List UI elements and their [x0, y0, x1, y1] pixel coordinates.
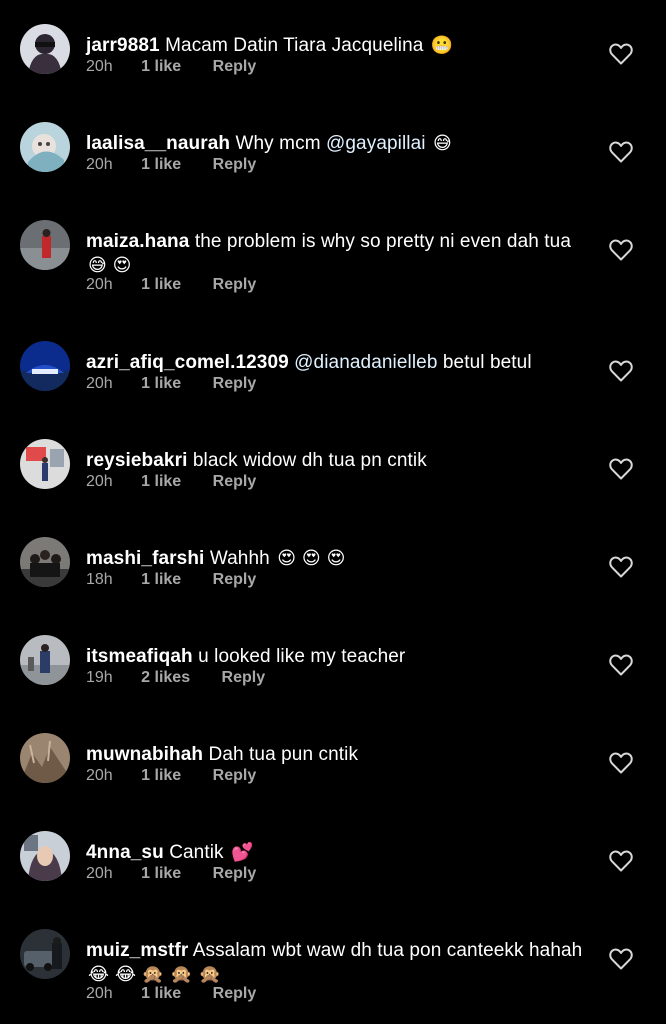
username-link[interactable]: itsmeafiqah: [86, 646, 193, 667]
like-count[interactable]: 1 like: [141, 276, 181, 294]
comment-body: the problem is why so pretty ni even dah…: [194, 231, 571, 252]
comment-body: betul betul: [437, 352, 532, 373]
avatar[interactable]: [20, 733, 70, 783]
avatar[interactable]: [20, 122, 70, 172]
heart-icon[interactable]: [608, 849, 634, 873]
heart-icon[interactable]: [608, 555, 634, 579]
comment-text: muiz_mstfr Assalam wbt waw dh tua pon ca…: [86, 939, 586, 987]
reply-button[interactable]: Reply: [213, 58, 257, 76]
reply-button[interactable]: Reply: [213, 985, 257, 1003]
like-count[interactable]: 1 like: [141, 865, 181, 883]
username-link[interactable]: azri_afiq_comel.12309: [86, 352, 289, 373]
avatar[interactable]: [20, 831, 70, 881]
comment-meta: 19h 2 likes Reply: [86, 669, 265, 687]
like-count[interactable]: 1 like: [141, 58, 181, 76]
like-count[interactable]: 1 like: [141, 571, 181, 589]
comment-text: laalisa__naurah Why mcm @gayapillai 😅: [86, 132, 586, 156]
comment-body: Assalam wbt waw dh tua pon canteekk haha…: [192, 940, 583, 961]
like-count[interactable]: 1 like: [141, 156, 181, 174]
heart-icon[interactable]: [608, 140, 634, 164]
comment-meta: 20h 1 like Reply: [86, 375, 256, 393]
like-count[interactable]: 2 likes: [141, 669, 190, 687]
timestamp: 20h: [86, 276, 113, 293]
username-link[interactable]: laalisa__naurah: [86, 133, 230, 154]
emoji: 😂 😂 🙊 🙊 🙊: [88, 964, 222, 985]
comment-meta: 18h 1 like Reply: [86, 571, 256, 589]
comment-text: reysiebakri black widow dh tua pn cntik: [86, 449, 586, 473]
like-count[interactable]: 1 like: [141, 473, 181, 491]
like-count[interactable]: 1 like: [141, 985, 181, 1003]
timestamp: 20h: [86, 375, 113, 392]
comment-meta: 20h 1 like Reply: [86, 156, 256, 174]
emoji: 😅 😍: [88, 255, 132, 276]
avatar[interactable]: [20, 439, 70, 489]
comment-body: black widow dh tua pn cntik: [192, 450, 427, 471]
timestamp: 20h: [86, 767, 113, 784]
timestamp: 20h: [86, 473, 113, 490]
comment-text: itsmeafiqah u looked like my teacher: [86, 645, 586, 669]
avatar[interactable]: [20, 24, 70, 74]
emoji: 😅: [433, 133, 452, 154]
timestamp: 20h: [86, 58, 113, 75]
comment-meta: 20h 1 like Reply: [86, 985, 256, 1003]
heart-icon[interactable]: [608, 751, 634, 775]
heart-icon[interactable]: [608, 238, 634, 262]
comment-meta: 20h 1 like Reply: [86, 767, 256, 785]
timestamp: 18h: [86, 571, 113, 588]
comment-text: jarr9881 Macam Datin Tiara Jacquelina 😬: [86, 34, 586, 58]
heart-icon[interactable]: [608, 42, 634, 66]
comment-body: Cantik: [169, 842, 224, 863]
comment-meta: 20h 1 like Reply: [86, 473, 256, 491]
comment-meta: 20h 1 like Reply: [86, 58, 256, 76]
reply-button[interactable]: Reply: [213, 156, 257, 174]
emoji: 😬: [430, 35, 454, 56]
heart-icon[interactable]: [608, 457, 634, 481]
timestamp: 20h: [86, 865, 113, 882]
comment-body: Why mcm: [235, 133, 326, 154]
comment-text: azri_afiq_comel.12309 @dianadanielleb be…: [86, 351, 586, 375]
username-link[interactable]: maiza.hana: [86, 231, 189, 252]
username-link[interactable]: muwnabihah: [86, 744, 203, 765]
avatar[interactable]: [20, 537, 70, 587]
comment-meta: 20h 1 like Reply: [86, 865, 256, 883]
reply-button[interactable]: Reply: [222, 669, 266, 687]
comment-body: u looked like my teacher: [198, 646, 406, 667]
comment-text: muwnabihah Dah tua pun cntik: [86, 743, 586, 767]
comment-text: mashi_farshi Wahhh 😍 😍 😍: [86, 547, 586, 571]
heart-icon[interactable]: [608, 947, 634, 971]
timestamp: 20h: [86, 985, 113, 1002]
username-link[interactable]: jarr9881: [86, 35, 160, 56]
mention-link[interactable]: @gayapillai: [326, 133, 426, 154]
avatar[interactable]: [20, 929, 70, 979]
comment-list: jarr9881 Macam Datin Tiara Jacquelina 😬 …: [0, 0, 666, 1024]
username-link[interactable]: reysiebakri: [86, 450, 187, 471]
reply-button[interactable]: Reply: [213, 865, 257, 883]
username-link[interactable]: mashi_farshi: [86, 548, 204, 569]
comment-meta: 20h 1 like Reply: [86, 276, 256, 294]
timestamp: 20h: [86, 156, 113, 173]
reply-button[interactable]: Reply: [213, 767, 257, 785]
reply-button[interactable]: Reply: [213, 276, 257, 294]
comment-text: 4nna_su Cantik 💕: [86, 841, 586, 865]
heart-icon[interactable]: [608, 359, 634, 383]
like-count[interactable]: 1 like: [141, 767, 181, 785]
mention-link[interactable]: @dianadanielleb: [294, 352, 437, 373]
timestamp: 19h: [86, 669, 113, 686]
comment-body: Macam Datin Tiara Jacquelina: [165, 35, 424, 56]
like-count[interactable]: 1 like: [141, 375, 181, 393]
avatar[interactable]: [20, 220, 70, 270]
emoji: 😍 😍 😍: [277, 548, 346, 569]
avatar[interactable]: [20, 635, 70, 685]
comment-text: maiza.hana the problem is why so pretty …: [86, 230, 586, 278]
reply-button[interactable]: Reply: [213, 473, 257, 491]
heart-icon[interactable]: [608, 653, 634, 677]
reply-button[interactable]: Reply: [213, 571, 257, 589]
username-link[interactable]: 4nna_su: [86, 842, 164, 863]
comment-body: Wahhh: [209, 548, 270, 569]
emoji: 💕: [231, 842, 254, 863]
comment-body: Dah tua pun cntik: [208, 744, 359, 765]
avatar[interactable]: [20, 341, 70, 391]
reply-button[interactable]: Reply: [213, 375, 257, 393]
username-link[interactable]: muiz_mstfr: [86, 940, 188, 961]
